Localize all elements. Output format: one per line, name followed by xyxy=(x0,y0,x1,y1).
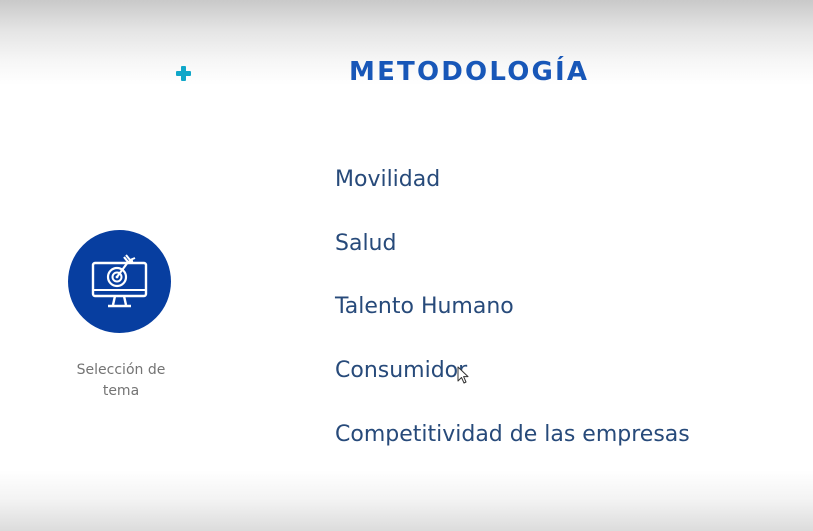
plus-icon xyxy=(174,64,193,83)
topic-item-competitividad[interactable]: Competitividad de las empresas xyxy=(335,418,690,482)
topic-item-salud[interactable]: Salud xyxy=(335,227,690,290)
mouse-cursor-icon xyxy=(457,366,469,384)
topic-item-movilidad[interactable]: Movilidad xyxy=(335,163,690,227)
topic-caption-line-1: Selección de xyxy=(76,362,166,378)
page-title: METODOLOGÍA xyxy=(349,57,590,87)
topic-caption: Selección de tema xyxy=(56,360,186,402)
slide: METODOLOGÍA Selección de tema Movilidad … xyxy=(0,0,813,531)
topic-selection-badge xyxy=(68,230,171,333)
topic-item-consumidor[interactable]: Consumidor xyxy=(335,354,690,418)
monitor-target-icon xyxy=(91,254,148,308)
topic-item-talento-humano[interactable]: Talento Humano xyxy=(335,290,690,354)
topic-caption-line-2: tema xyxy=(102,383,140,399)
topic-list: Movilidad Salud Talento Humano Consumido… xyxy=(335,163,690,482)
